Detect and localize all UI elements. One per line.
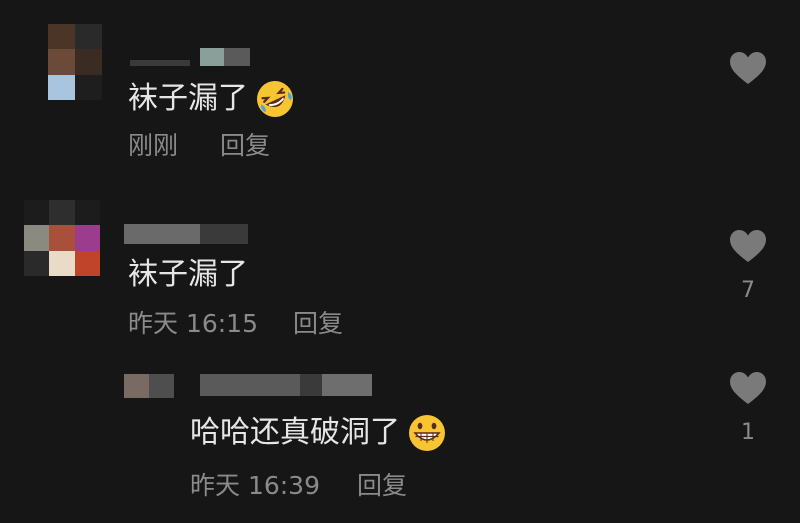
like-count: 7 bbox=[741, 278, 755, 303]
reply-button[interactable]: 回复 bbox=[220, 131, 270, 161]
grinning-face-emoji bbox=[409, 415, 445, 451]
comment-time: 昨天 16:39 bbox=[190, 471, 320, 500]
avatar[interactable] bbox=[124, 374, 174, 398]
comment-time: 昨天 16:15 bbox=[128, 309, 258, 338]
like-button[interactable]: 1 bbox=[724, 370, 772, 446]
avatar[interactable] bbox=[48, 24, 102, 100]
heart-icon bbox=[730, 372, 766, 404]
comment-text: 袜子漏了 bbox=[128, 78, 296, 120]
username-redacted[interactable] bbox=[200, 374, 372, 396]
like-button[interactable]: 7 bbox=[724, 228, 772, 304]
username-redacted[interactable] bbox=[130, 48, 250, 66]
comment-time: 刚刚 bbox=[128, 131, 179, 160]
reply-button[interactable]: 回复 bbox=[293, 309, 343, 339]
comment-text: 袜子漏了 bbox=[128, 257, 248, 292]
reply-button[interactable]: 回复 bbox=[357, 471, 407, 501]
avatar[interactable] bbox=[24, 200, 100, 276]
comment-text: 哈哈还真破洞了 bbox=[190, 412, 448, 454]
rolling-on-floor-laughing-emoji bbox=[257, 81, 293, 117]
like-button[interactable] bbox=[724, 50, 772, 100]
username-redacted[interactable] bbox=[124, 224, 248, 244]
like-count: 1 bbox=[741, 420, 755, 445]
heart-icon bbox=[730, 230, 766, 262]
heart-icon bbox=[730, 52, 766, 84]
